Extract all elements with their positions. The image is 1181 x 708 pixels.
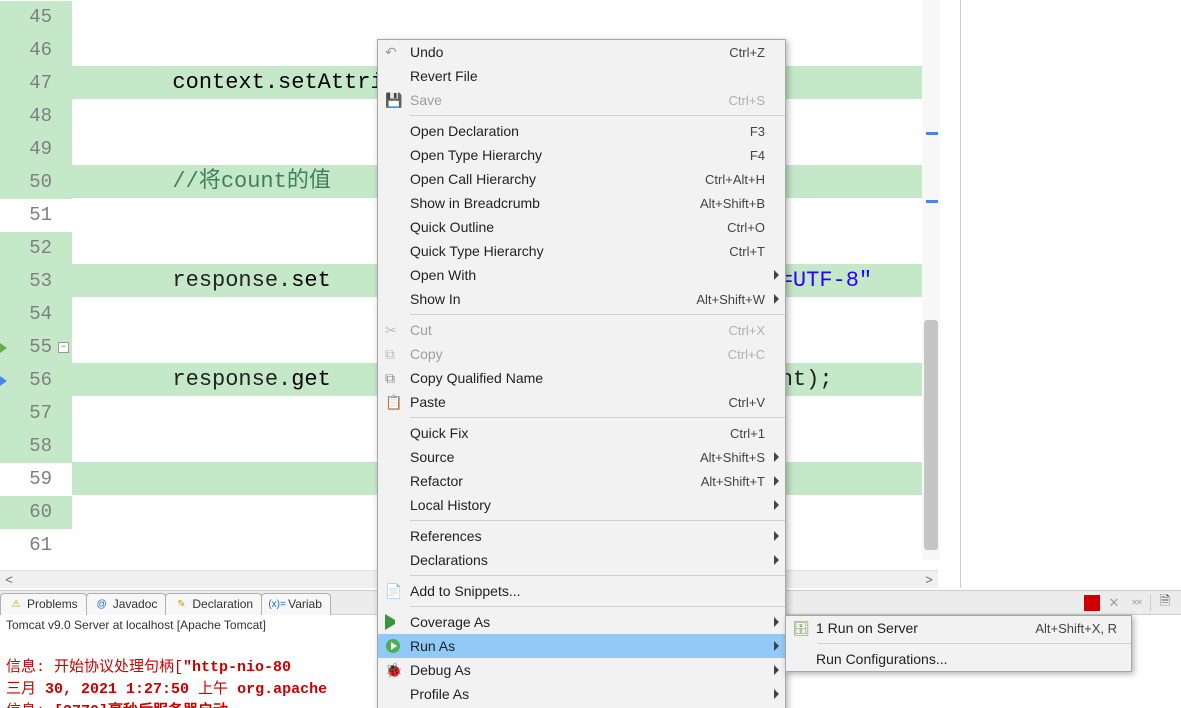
submenu-arrow-icon xyxy=(774,294,779,304)
submenu-arrow-icon xyxy=(774,555,779,565)
menu-open-call-hierarchy[interactable]: Open Call HierarchyCtrl+Alt+H xyxy=(378,167,785,191)
terminate-button[interactable] xyxy=(1084,595,1100,611)
menu-quick-outline[interactable]: Quick OutlineCtrl+O xyxy=(378,215,785,239)
menu-profile-as[interactable]: Profile As xyxy=(378,682,785,706)
menu-references[interactable]: References xyxy=(378,524,785,548)
menu-open-type-hierarchy[interactable]: Open Type HierarchyF4 xyxy=(378,143,785,167)
menu-quick-type-hierarchy[interactable]: Quick Type HierarchyCtrl+T xyxy=(378,239,785,263)
line-number: 51 xyxy=(0,199,72,232)
line-number: 48 xyxy=(0,100,72,133)
line-number: 54 xyxy=(0,298,72,331)
submenu-arrow-icon xyxy=(774,500,779,510)
override-marker-icon xyxy=(0,331,12,364)
scroll-left-icon[interactable]: < xyxy=(0,571,18,589)
right-panel xyxy=(961,0,1181,588)
menu-quick-fix[interactable]: Quick FixCtrl+1 xyxy=(378,421,785,445)
tab-variables[interactable]: (x)=Variab xyxy=(261,593,331,615)
cut-icon: ✂ xyxy=(385,322,401,338)
submenu-arrow-icon xyxy=(774,452,779,462)
line-number: 45 xyxy=(0,1,72,34)
remove-all-launches-button[interactable] xyxy=(1128,595,1144,611)
snippets-icon: 📄 xyxy=(385,583,401,599)
submenu-run-as: 🗄1 Run on ServerAlt+Shift+X, R Run Confi… xyxy=(785,615,1132,672)
menu-copy-qualified-name[interactable]: ⧉Copy Qualified Name xyxy=(378,366,785,390)
line-gutter: 45 46 47 48 49 50 51 52 53 54 −55 56 57 … xyxy=(0,0,72,560)
javadoc-icon: @ xyxy=(95,597,109,611)
menu-undo[interactable]: ↶UndoCtrl+Z xyxy=(378,40,785,64)
menu-show-in[interactable]: Show InAlt+Shift+W xyxy=(378,287,785,311)
tab-javadoc[interactable]: @Javadoc xyxy=(86,593,167,615)
submenu-run-on-server[interactable]: 🗄1 Run on ServerAlt+Shift+X, R xyxy=(786,616,1131,640)
menu-revert-file[interactable]: Revert File xyxy=(378,64,785,88)
paste-icon: 📋 xyxy=(385,394,401,410)
menu-refactor[interactable]: RefactorAlt+Shift+T xyxy=(378,469,785,493)
menu-run-as[interactable]: Run As xyxy=(378,634,785,658)
fold-collapse-icon[interactable]: − xyxy=(58,342,69,353)
submenu-arrow-icon xyxy=(774,476,779,486)
menu-open-declaration[interactable]: Open DeclarationF3 xyxy=(378,119,785,143)
line-number: 52 xyxy=(0,232,72,265)
declaration-icon: ✎ xyxy=(174,597,188,611)
line-number: 46 xyxy=(0,34,72,67)
menu-separator xyxy=(410,417,785,418)
menu-save: 💾SaveCtrl+S xyxy=(378,88,785,112)
menu-declarations[interactable]: Declarations xyxy=(378,548,785,572)
remove-launch-button[interactable] xyxy=(1106,595,1122,611)
problems-icon: ⚠ xyxy=(9,597,23,611)
line-number: 60 xyxy=(0,496,72,529)
menu-open-with[interactable]: Open With xyxy=(378,263,785,287)
menu-debug-as[interactable]: 🐞Debug As xyxy=(378,658,785,682)
line-number: 58 xyxy=(0,430,72,463)
menu-coverage-as[interactable]: Coverage As xyxy=(378,610,785,634)
scrollbar-thumb[interactable] xyxy=(924,320,938,550)
submenu-arrow-icon xyxy=(774,531,779,541)
line-number: 61 xyxy=(0,529,72,560)
line-number: 59 xyxy=(0,463,72,496)
variables-icon: (x)= xyxy=(270,597,284,611)
overview-marker-icon xyxy=(926,200,938,203)
task-marker-icon xyxy=(0,364,12,397)
line-number: 53 xyxy=(0,265,72,298)
menu-paste[interactable]: 📋PasteCtrl+V xyxy=(378,390,785,414)
open-console-button[interactable] xyxy=(1157,595,1173,611)
menu-separator xyxy=(410,575,785,576)
menu-show-breadcrumb[interactable]: Show in BreadcrumbAlt+Shift+B xyxy=(378,191,785,215)
copy-icon: ⧉ xyxy=(385,346,401,362)
save-icon: 💾 xyxy=(385,92,401,108)
copy-qn-icon: ⧉ xyxy=(385,370,401,386)
scroll-right-icon[interactable]: > xyxy=(920,571,938,589)
line-number: 50 xyxy=(0,166,72,199)
menu-cut: ✂CutCtrl+X xyxy=(378,318,785,342)
menu-add-to-snippets[interactable]: 📄Add to Snippets... xyxy=(378,579,785,603)
submenu-arrow-icon xyxy=(774,270,779,280)
menu-separator xyxy=(818,643,1131,644)
line-number: 47 xyxy=(0,67,72,100)
submenu-arrow-icon xyxy=(774,617,779,627)
tab-declaration[interactable]: ✎Declaration xyxy=(165,593,262,615)
undo-icon: ↶ xyxy=(385,44,401,60)
line-number: 57 xyxy=(0,397,72,430)
menu-copy: ⧉CopyCtrl+C xyxy=(378,342,785,366)
menu-separator xyxy=(410,520,785,521)
debug-icon: 🐞 xyxy=(385,662,401,678)
line-number: 49 xyxy=(0,133,72,166)
run-icon xyxy=(385,638,401,654)
tab-problems[interactable]: ⚠Problems xyxy=(0,593,87,615)
overview-marker-icon xyxy=(926,132,938,135)
line-number: 56 xyxy=(0,364,72,397)
submenu-arrow-icon xyxy=(774,641,779,651)
menu-separator xyxy=(410,115,785,116)
coverage-icon xyxy=(385,614,401,630)
submenu-run-configurations[interactable]: Run Configurations... xyxy=(786,647,1131,671)
overview-ruler[interactable] xyxy=(922,0,940,560)
submenu-arrow-icon xyxy=(774,665,779,675)
menu-separator xyxy=(410,314,785,315)
context-menu: ↶UndoCtrl+Z Revert File 💾SaveCtrl+S Open… xyxy=(377,39,786,708)
submenu-arrow-icon xyxy=(774,689,779,699)
line-number: −55 xyxy=(0,331,72,364)
server-icon: 🗄 xyxy=(792,620,810,637)
menu-separator xyxy=(410,606,785,607)
menu-local-history[interactable]: Local History xyxy=(378,493,785,517)
menu-source[interactable]: SourceAlt+Shift+S xyxy=(378,445,785,469)
